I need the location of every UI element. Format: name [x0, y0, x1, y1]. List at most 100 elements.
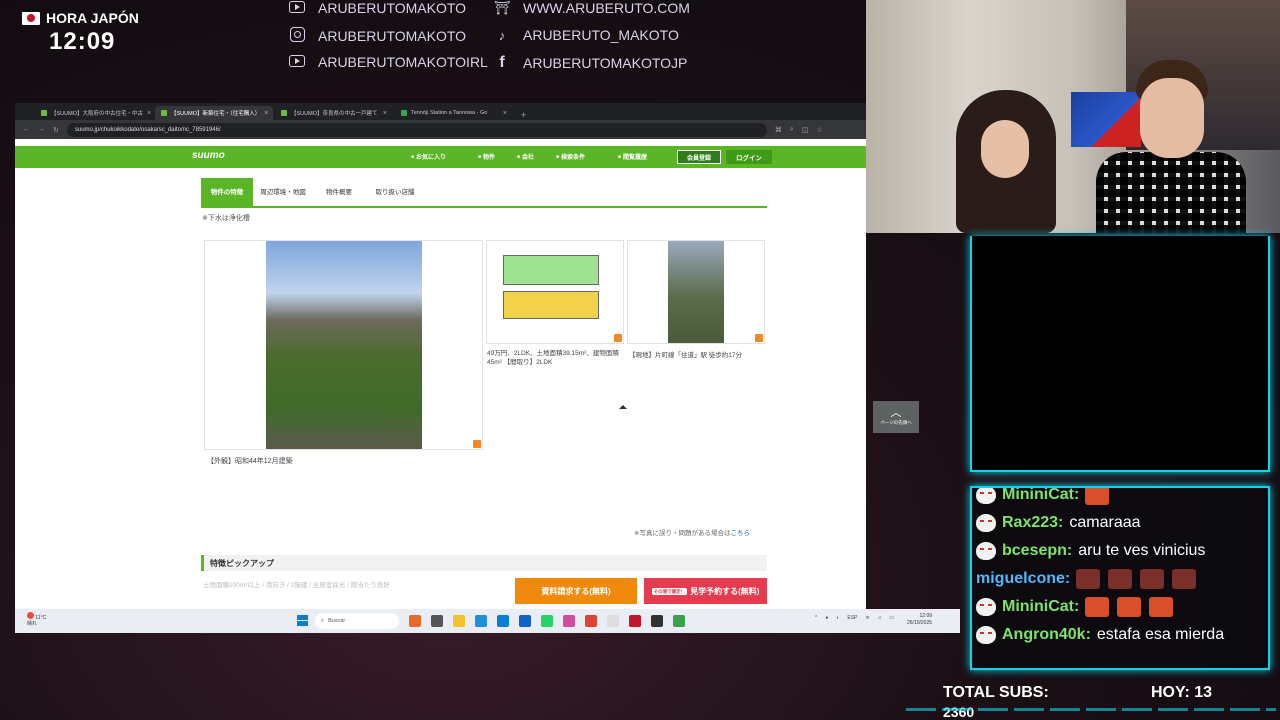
feature-pickup-heading: 特徴ピックアップ	[201, 555, 767, 571]
file-explorer-icon[interactable]	[453, 615, 465, 627]
emote-icon	[1085, 597, 1110, 617]
site-caption: 【現地】片町線「住道」駅 徒歩約17分	[629, 352, 743, 359]
browser-window: 【SUUMO】大阪府の中古住宅・中古 × 【SUUMO】新築住宅・（住宅購入） × …	[15, 103, 866, 633]
weather-widget[interactable]: 11°C 晴れ	[27, 612, 46, 627]
chat-username[interactable]: Rax223:	[1002, 512, 1063, 534]
sewage-note: ※下水は浄化槽	[202, 215, 250, 222]
close-icon[interactable]: ×	[383, 110, 387, 117]
site-photo[interactable]	[627, 240, 765, 344]
tab-underline	[201, 206, 767, 208]
youtube-icon	[289, 0, 305, 13]
suumo-logo[interactable]: suumo	[192, 150, 225, 161]
forward-icon[interactable]: →	[38, 126, 45, 133]
wifi-icon[interactable]: ≋	[865, 615, 869, 621]
photo-note-text: ※写真に誤り・問題がある場合は	[634, 530, 731, 537]
task-view-icon[interactable]	[431, 615, 443, 627]
chat-message: Rax223: camaraaa	[972, 512, 1268, 534]
browser-tab-active[interactable]: 【SUUMO】新築住宅・（住宅購入） ×	[155, 106, 273, 120]
maps-favicon-icon	[401, 110, 407, 116]
back-icon[interactable]: ←	[23, 126, 30, 133]
chat-message: bcesepn: aru te ves vinicius	[972, 540, 1268, 562]
close-icon[interactable]: ×	[264, 110, 268, 117]
browser-tab[interactable]: 【SUUMO】奈良県の中古一戸建て ×	[275, 106, 393, 120]
app-icon[interactable]	[673, 615, 685, 627]
tray-app-icon[interactable]: ●	[825, 615, 828, 621]
floorplan-lower	[503, 291, 599, 319]
chevron-up-icon[interactable]: ^	[815, 615, 817, 621]
windows-start-icon[interactable]	[297, 615, 308, 626]
reload-icon[interactable]: ↻	[53, 126, 59, 134]
chat-username[interactable]: Angron40k:	[1002, 624, 1091, 646]
browser-tab[interactable]: Tennōji Station a Tannowa - Go ×	[395, 106, 513, 120]
new-tab-icon[interactable]: +	[515, 110, 532, 120]
social-instagram: ARUBERUTOMAKOTO	[286, 27, 466, 45]
url-field[interactable]: suumo.jp/chukoikkodate/osaka/sc_daito/nc…	[66, 122, 767, 137]
tab-surroundings-map[interactable]: 周辺環境・地図	[257, 178, 309, 208]
bookmark-star-icon[interactable]: ☆	[816, 126, 822, 134]
chat-username[interactable]: MininiCat:	[1002, 596, 1079, 618]
volume-icon[interactable]: ♫	[878, 615, 882, 621]
app-icon[interactable]	[651, 615, 663, 627]
book-visit-button[interactable]: その場で確定！ 見学予約する(無料)	[644, 578, 767, 604]
tab-title: Tennōji Station a Tannowa - Go	[411, 110, 488, 116]
emote-icon	[1117, 597, 1142, 617]
camera-frame	[970, 236, 1270, 472]
whatsapp-icon[interactable]	[541, 615, 553, 627]
exterior-photo[interactable]	[204, 240, 483, 450]
nav-favorites[interactable]: お気に入り	[411, 152, 446, 161]
floorplan-photo[interactable]	[486, 240, 624, 344]
tab-title: 【SUUMO】奈良県の中古一戸建て	[291, 111, 378, 117]
tray-app-icon[interactable]: ◐	[836, 615, 839, 621]
tab-dealer-store[interactable]: 取り扱い店舗	[369, 178, 421, 208]
browser-tab[interactable]: 【SUUMO】大阪府の中古住宅・中古 ×	[35, 106, 153, 120]
taskbar-clock[interactable]: 12:09 26/10/2025	[907, 613, 932, 627]
weather-desc: 晴れ	[27, 621, 38, 627]
today-subs: HOY: 13	[1151, 684, 1213, 701]
request-documents-button[interactable]: 資料請求する(無料)	[515, 578, 637, 604]
nav-properties[interactable]: 物件	[478, 152, 495, 161]
emote-icon	[1172, 569, 1197, 589]
floorplan-caption: 49万円、2LDK、土地面積39.15m²、建物面積45m² 【間取り】2LDK	[487, 350, 619, 366]
url-text: suumo.jp/chukoikkodate/osaka/sc_daito/nc…	[74, 126, 221, 133]
page-top-button[interactable]: ︿ ページの先頭へ	[873, 401, 919, 433]
language-indicator[interactable]: ESP	[847, 615, 857, 621]
extension-icon[interactable]: ◫	[802, 126, 809, 134]
notepad-icon[interactable]	[607, 615, 619, 627]
suumo-header: suumo お気に入り 物件 会社 検索条件 閲覧履歴 会員登録 ログイン	[15, 146, 866, 168]
chat-message: MininiCat:	[972, 488, 1268, 506]
tab-overview[interactable]: 物件概要	[313, 178, 365, 208]
translate-icon[interactable]: ⌘	[775, 126, 782, 134]
close-icon[interactable]: ×	[147, 110, 151, 117]
chat-text: estafa esa mierda	[1096, 626, 1225, 643]
nav-companies[interactable]: 会社	[517, 152, 534, 161]
tab-features[interactable]: 物件の特徴	[201, 178, 253, 208]
mouse-cursor-icon	[619, 405, 627, 409]
nav-search-conditions[interactable]: 検索条件	[556, 152, 585, 161]
japan-clock-label: HORA JAPÓN	[46, 10, 139, 26]
battery-icon[interactable]: ▭	[889, 615, 894, 621]
social-handle: WWW.ARUBERUTO.COM	[523, 0, 690, 16]
chrome-icon[interactable]	[585, 615, 597, 627]
app-icon[interactable]	[563, 615, 575, 627]
social-handle: ARUBERUTOMAKOTO	[318, 28, 467, 44]
zoom-icon[interactable]: ⌕	[790, 126, 794, 134]
outlook-icon[interactable]	[519, 615, 531, 627]
photo-note-link[interactable]: こちら	[730, 530, 750, 537]
login-button[interactable]: ログイン	[726, 150, 772, 164]
nav-history[interactable]: 閲覧履歴	[618, 152, 647, 161]
app-icon[interactable]	[409, 615, 421, 627]
chat-username[interactable]: bcesepn:	[1002, 540, 1072, 562]
taskbar-search[interactable]: ⌕ Buscar	[315, 613, 399, 629]
zoom-icon[interactable]	[614, 334, 622, 342]
store-icon[interactable]	[497, 615, 509, 627]
edge-icon[interactable]	[475, 615, 487, 627]
app-icon[interactable]	[629, 615, 641, 627]
chat-username[interactable]: MininiCat:	[1002, 488, 1079, 506]
close-icon[interactable]: ×	[503, 110, 507, 117]
zoom-icon[interactable]	[755, 334, 763, 342]
chat-username[interactable]: miguelcone:	[976, 568, 1070, 590]
zoom-icon[interactable]	[473, 440, 481, 448]
chat-message: Angron40k: estafa esa mierda	[972, 624, 1268, 646]
member-register-button[interactable]: 会員登録	[677, 150, 721, 164]
emote-icon	[1085, 488, 1110, 505]
